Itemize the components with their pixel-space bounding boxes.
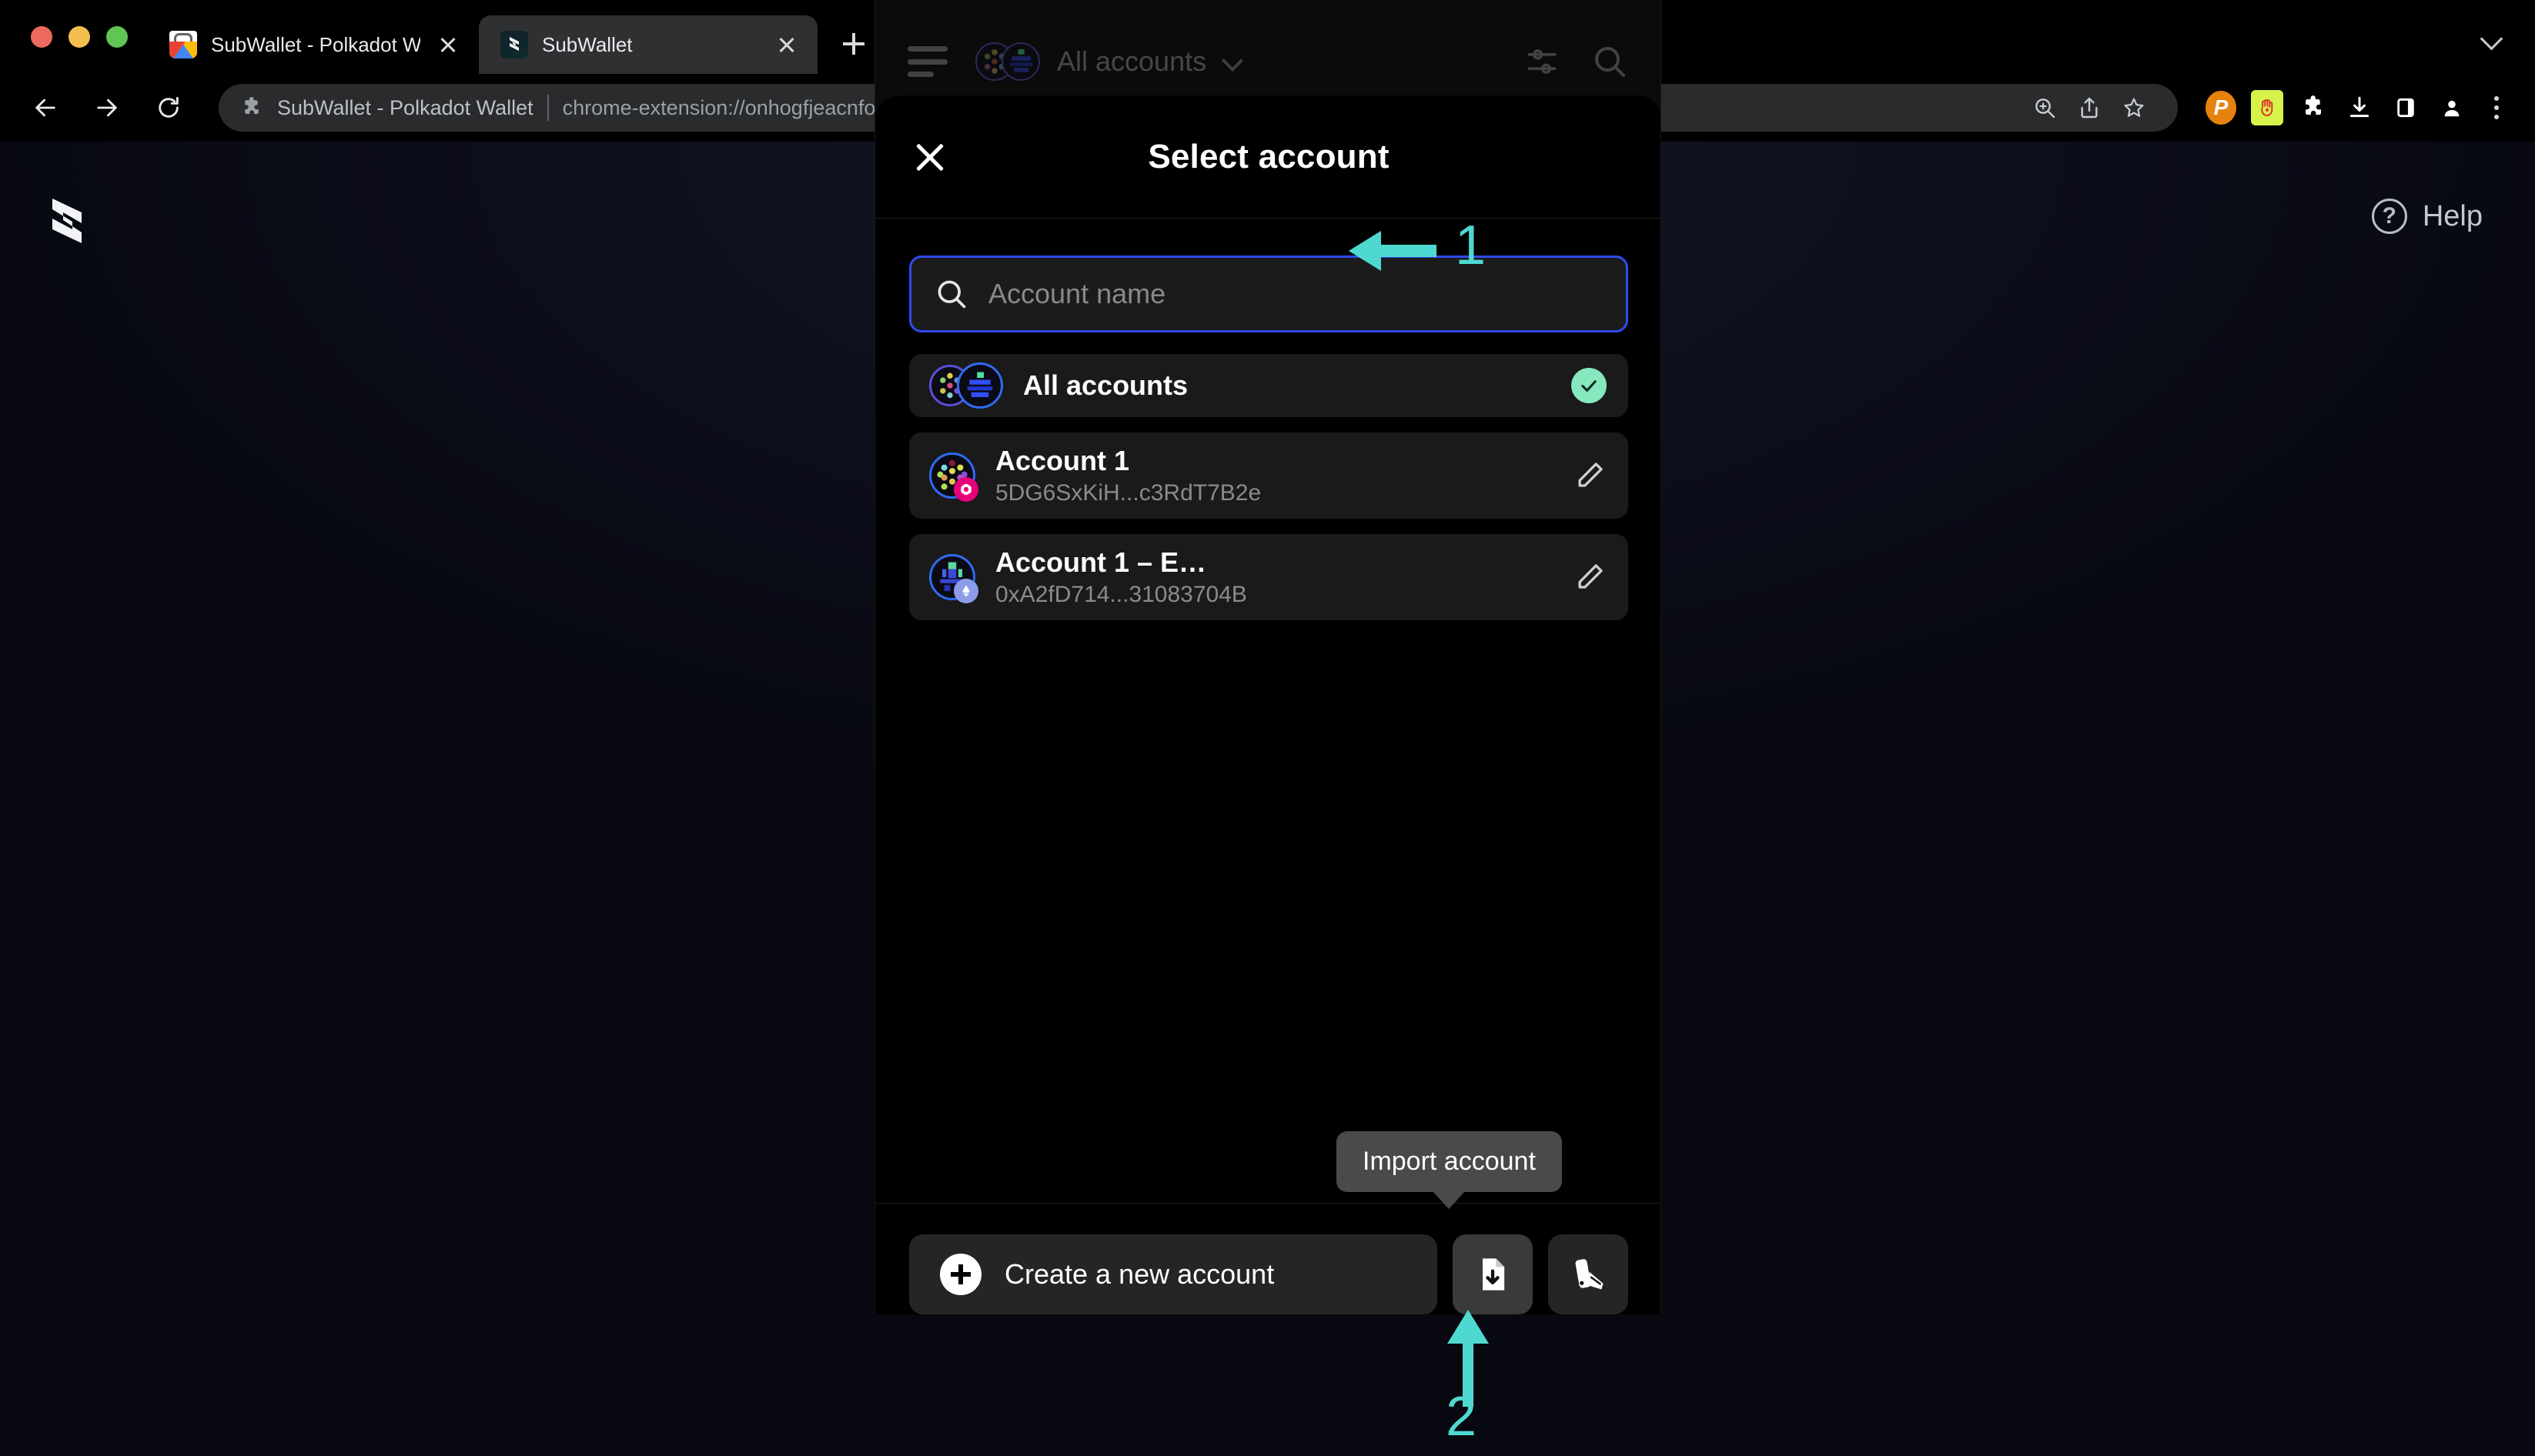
attach-account-icon <box>1575 1259 1604 1290</box>
chrome-menu-icon[interactable] <box>2478 89 2515 126</box>
ethereum-chain-badge-icon <box>954 579 978 603</box>
polkadot-chain-badge-icon <box>954 477 978 502</box>
search-icon <box>935 277 968 311</box>
omnibox-actions <box>2022 85 2156 130</box>
modal-header: Select account <box>875 95 1660 219</box>
forward-icon[interactable] <box>82 82 132 133</box>
browser-tab-subwallet[interactable]: SubWallet <box>479 15 818 74</box>
omnibox-divider <box>547 95 549 121</box>
subwallet-icon <box>500 31 528 58</box>
profile-avatar-icon[interactable] <box>2432 88 2472 128</box>
tab-search-chevron-down-icon[interactable] <box>2481 26 2504 49</box>
account-info: Account 1 5DG6SxKiH...c3RdT7B2e <box>995 445 1261 506</box>
pencil-icon[interactable] <box>1573 560 1607 594</box>
import-account-tooltip: Import account <box>1336 1131 1562 1192</box>
minimize-window-button[interactable] <box>69 26 90 48</box>
account-name: Account 1 – E… <box>995 546 1207 578</box>
annotation-arrow-1 <box>1346 220 1438 286</box>
account-address: 5DG6SxKiH...c3RdT7B2e <box>995 480 1262 506</box>
modal-footer: Create a new account <box>875 1203 1660 1314</box>
account-name: All accounts <box>1023 369 1189 401</box>
new-tab-button[interactable] <box>830 20 878 68</box>
avatar <box>929 362 1003 409</box>
chevron-down-icon[interactable] <box>1223 52 1243 72</box>
back-icon[interactable] <box>20 82 71 133</box>
zoom-icon[interactable] <box>2022 85 2067 130</box>
subwallet-logo <box>45 194 89 249</box>
help-label: Help <box>2422 199 2483 232</box>
create-new-account-button[interactable]: Create a new account <box>909 1234 1437 1314</box>
annotation-marker-2: 2 <box>1446 1386 1477 1448</box>
avatar <box>929 452 978 502</box>
maximize-window-button[interactable] <box>106 26 128 48</box>
create-account-label: Create a new account <box>1005 1258 1275 1290</box>
downloads-icon[interactable] <box>2339 88 2379 128</box>
chrome-webstore-icon <box>169 31 197 58</box>
header-account-label: All accounts <box>1057 45 1207 77</box>
account-name: Account 1 <box>995 445 1130 476</box>
account-search-box[interactable] <box>909 255 1628 332</box>
browser-tab-webstore[interactable]: SubWallet - Polkadot Wallet - C <box>148 15 479 74</box>
browser-window: SubWallet - Polkadot Wallet - C SubWalle… <box>0 0 2535 1456</box>
close-icon[interactable] <box>773 31 801 58</box>
tab-title: SubWallet - Polkadot Wallet - C <box>211 32 420 56</box>
all-accounts-avatar <box>1002 42 1040 81</box>
subwallet-extension-panel: All accounts Select account Account name… <box>875 0 1661 1314</box>
search-icon[interactable] <box>1591 43 1628 80</box>
account-info: Account 1 – E… 0xA2fD714...31083704B <box>995 546 1247 608</box>
extension-icon-row: P <box>2190 88 2515 128</box>
share-icon[interactable] <box>2067 85 2112 130</box>
omnibox-extension-name: SubWallet - Polkadot Wallet <box>277 95 533 119</box>
bookmark-star-icon[interactable] <box>2112 85 2156 130</box>
pencil-icon[interactable] <box>1573 459 1607 493</box>
close-window-button[interactable] <box>31 26 52 48</box>
header-account-avatars <box>975 42 1040 81</box>
question-mark-icon: ? <box>2371 199 2407 234</box>
talisman-extension-icon[interactable] <box>2247 88 2287 128</box>
modal-body: All accounts <box>875 219 1660 1203</box>
annotation-marker-1: 1 <box>1455 215 1487 276</box>
check-icon <box>1571 368 1607 403</box>
all-accounts-avatar <box>957 362 1003 409</box>
modal-title: Select account <box>1148 137 1390 175</box>
row-action[interactable] <box>1573 459 1607 493</box>
side-panel-icon[interactable] <box>2386 88 2426 128</box>
extensions-puzzle-icon <box>240 96 263 119</box>
help-button[interactable]: ? Help <box>2371 199 2483 234</box>
import-account-button[interactable] <box>1453 1234 1533 1314</box>
account-row-all-accounts[interactable]: All accounts <box>909 354 1628 417</box>
account-list: All accounts Account 1 5DG6SxKiH...c3RdT… <box>909 354 1628 620</box>
plus-circle-icon <box>940 1254 982 1295</box>
header-actions <box>1525 43 1628 80</box>
polkadot-extension-icon[interactable]: P <box>2201 88 2241 128</box>
hamburger-menu-icon[interactable] <box>908 46 948 77</box>
extensions-puzzle-icon[interactable] <box>2293 88 2333 128</box>
reload-icon[interactable] <box>143 82 194 133</box>
import-file-icon <box>1483 1258 1505 1291</box>
account-row-account-1-evm[interactable]: Account 1 – E… 0xA2fD714...31083704B <box>909 534 1628 620</box>
row-action[interactable] <box>1573 560 1607 594</box>
attach-account-button[interactable] <box>1548 1234 1628 1314</box>
close-icon[interactable] <box>912 139 948 175</box>
tab-title: SubWallet <box>542 32 633 56</box>
window-controls <box>15 0 148 74</box>
close-icon[interactable] <box>434 31 462 58</box>
search-input[interactable] <box>988 278 1603 310</box>
avatar <box>929 554 978 603</box>
account-address: 0xA2fD714...31083704B <box>995 582 1247 607</box>
row-action <box>1571 368 1607 403</box>
account-info: All accounts <box>1023 369 1188 402</box>
account-row-account-1[interactable]: Account 1 5DG6SxKiH...c3RdT7B2e <box>909 432 1628 519</box>
sliders-icon[interactable] <box>1525 45 1559 78</box>
